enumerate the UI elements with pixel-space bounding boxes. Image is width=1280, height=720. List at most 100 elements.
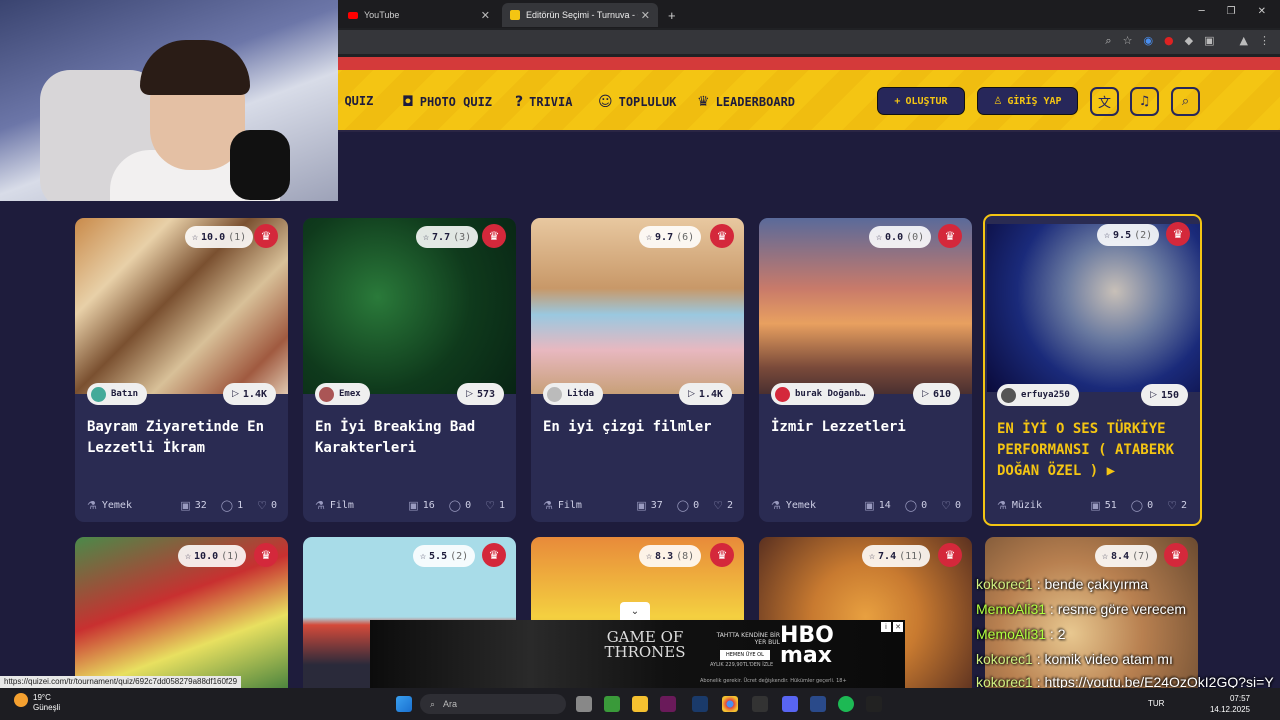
profile-icon[interactable]: ▲ [1240, 34, 1248, 48]
question-count: 37 [650, 500, 663, 511]
rating-badge: ☆ 10.0 (1) [185, 226, 254, 248]
crown-icon: ♛ [710, 224, 734, 248]
images-icon: ▣ [1090, 499, 1101, 512]
ad-banner[interactable]: GAME OF THRONES TAHTTA KENDİNE BİR YER B… [370, 620, 905, 688]
nav-trivia[interactable]: ? TRIVIA [515, 94, 572, 110]
login-button[interactable]: ♙ GİRİŞ YAP [977, 87, 1078, 115]
task-view-icon[interactable] [576, 696, 592, 712]
play-value: 1.4K [698, 388, 723, 400]
minimize-icon[interactable]: ─ [1199, 6, 1205, 17]
quiz-card[interactable]: ☆ 7.7 (3) ♛ Emex ▷ 573 En İyi Breaking Bad … [303, 218, 516, 522]
quiz-card[interactable]: ☆ 9.7 (6) ♛ Litda ▷ 1.4K En iyi çizgi filml… [531, 218, 744, 522]
steam-icon[interactable] [692, 696, 708, 712]
new-tab-button[interactable]: + [660, 3, 684, 27]
extension-icon[interactable]: ● [1164, 34, 1174, 48]
heart-icon[interactable]: ♡ [713, 499, 723, 512]
question-bubble-icon: ? [515, 94, 524, 110]
quiz-thumbnail [303, 218, 516, 394]
language-button[interactable]: 文 [1090, 87, 1119, 116]
file-explorer-icon[interactable] [632, 696, 648, 712]
author-name: Emex [339, 389, 361, 399]
discord-icon[interactable] [782, 696, 798, 712]
play-value: 1.4K [242, 388, 267, 400]
weather-widget[interactable]: 19°C Güneşli [14, 693, 60, 713]
quiz-title[interactable]: EN İYİ O SES TÜRKİYE PERFORMANSI ( ATABE… [997, 419, 1197, 482]
heart-icon[interactable]: ♡ [1167, 499, 1177, 512]
language-indicator[interactable]: TUR [1148, 699, 1164, 708]
rating-badge: ☆ 8.4 (7) [1095, 545, 1158, 567]
rating-count: (6) [676, 231, 695, 243]
maximize-icon[interactable]: ❐ [1227, 6, 1236, 17]
quiz-card[interactable]: ☆ 10.0 (1) ♛ [75, 537, 288, 697]
notifications-button[interactable]: ♫ [1130, 87, 1159, 116]
tab-quizei[interactable]: Editörün Seçimi - Turnuva - Qu ✕ [502, 3, 658, 27]
heart-icon[interactable]: ♡ [485, 499, 495, 512]
ad-info-icon[interactable]: i [881, 622, 891, 632]
create-button[interactable]: + OLUŞTUR [877, 87, 965, 115]
bookmark-star-icon[interactable]: ☆ [1123, 34, 1133, 48]
close-tab-icon[interactable]: ✕ [641, 9, 650, 22]
category-label: Yemek [785, 500, 816, 511]
chevron-down-icon[interactable]: ⌄ [620, 602, 650, 620]
chrome-icon[interactable] [722, 696, 738, 712]
author-chip[interactable]: Batın [87, 383, 148, 405]
rating-badge: ☆ 5.5 (2) [413, 545, 476, 567]
quiz-title[interactable]: En iyi çizgi filmler [543, 417, 733, 438]
shield-icon[interactable]: ◆ [1185, 34, 1193, 48]
images-icon: ▣ [408, 499, 419, 512]
tab-youtube[interactable]: YouTube ✕ [340, 3, 498, 27]
rating-value: 8.4 [1111, 550, 1130, 562]
star-icon: ☆ [1104, 229, 1111, 241]
chat-text: : komik video atam mı [1032, 651, 1173, 667]
heart-icon[interactable]: ♡ [941, 499, 951, 512]
heart-icon[interactable]: ♡ [257, 499, 267, 512]
user-icon: ♙ [993, 95, 1003, 107]
chat-user: MemoAli31 [976, 601, 1047, 617]
avatar [319, 386, 334, 402]
ad-cta-button[interactable]: HEMEN ÜYE OL [720, 650, 770, 660]
streamer-hair [140, 40, 250, 95]
taskbar-search[interactable]: ⌕ Ara [420, 694, 566, 714]
time: 07:57 [1229, 694, 1250, 703]
users-icon: ☺ [598, 94, 613, 110]
author-chip[interactable]: burak Doğanb… [771, 383, 875, 405]
author-chip[interactable]: Emex [315, 383, 370, 405]
nav-leaderboard[interactable]: ♛ LEADERBOARD [697, 94, 795, 110]
nav-topluluk[interactable]: ☺ TOPLULUK [598, 94, 676, 110]
quiz-title[interactable]: En İyi Breaking Bad Karakterleri [315, 417, 505, 459]
windows-start-icon[interactable] [396, 696, 412, 712]
close-window-icon[interactable]: ✕ [1258, 6, 1266, 17]
star-icon: ☆ [192, 231, 199, 243]
spotify-icon[interactable] [838, 696, 854, 712]
xbox-icon[interactable] [604, 696, 620, 712]
category-icon: ⚗ [997, 499, 1007, 512]
app-icon[interactable] [752, 696, 768, 712]
chat-message: MemoAli31 : resme göre verecem [976, 597, 1280, 622]
close-tab-icon[interactable]: ✕ [481, 9, 490, 22]
quiz-thumbnail [759, 218, 972, 394]
nav-photo-quiz[interactable]: ◘ PHOTO QUIZ [402, 94, 492, 110]
ad-close-icon[interactable]: ✕ [893, 622, 903, 632]
category-icon: ⚗ [543, 499, 553, 512]
extension-icon[interactable]: ◉ [1143, 34, 1153, 48]
sun-icon [14, 693, 28, 707]
author-chip[interactable]: erfuya250 [997, 384, 1079, 406]
app-icon[interactable] [866, 696, 882, 712]
like-count: 0 [270, 500, 277, 511]
menu-icon[interactable]: ⋮ [1259, 34, 1270, 48]
puzzle-icon[interactable]: ▣ [1204, 34, 1214, 48]
quiz-card[interactable]: ☆ 10.0 (1) ♛ Batın ▷ 1.4K Bayram Ziyaretind… [75, 218, 288, 522]
app-icon[interactable] [810, 696, 826, 712]
author-chip[interactable]: Litda [543, 383, 604, 405]
quiz-thumbnail [987, 224, 1200, 392]
zoom-icon[interactable]: ⌕ [1105, 34, 1111, 48]
quiz-card-featured[interactable]: ☆ 9.5 (2) ♛ erfuya250 ▷ 150 EN İYİ O SES TÜ… [983, 214, 1202, 526]
clock[interactable]: 07:57 14.12.2025 [1210, 693, 1250, 715]
search-button[interactable]: ⌕ [1171, 87, 1200, 116]
rating-badge: ☆ 9.5 (2) [1097, 224, 1160, 246]
app-icon[interactable] [660, 696, 676, 712]
quiz-title[interactable]: Bayram Ziyaretinde En Lezzetli İkram [87, 417, 277, 459]
login-label: GİRİŞ YAP [1007, 95, 1062, 107]
quiz-title[interactable]: İzmir Lezzetleri [771, 417, 961, 438]
quiz-card[interactable]: ☆ 0.0 (0) ♛ burak Doğanb… ▷ 610 İzmir Lezze… [759, 218, 972, 522]
